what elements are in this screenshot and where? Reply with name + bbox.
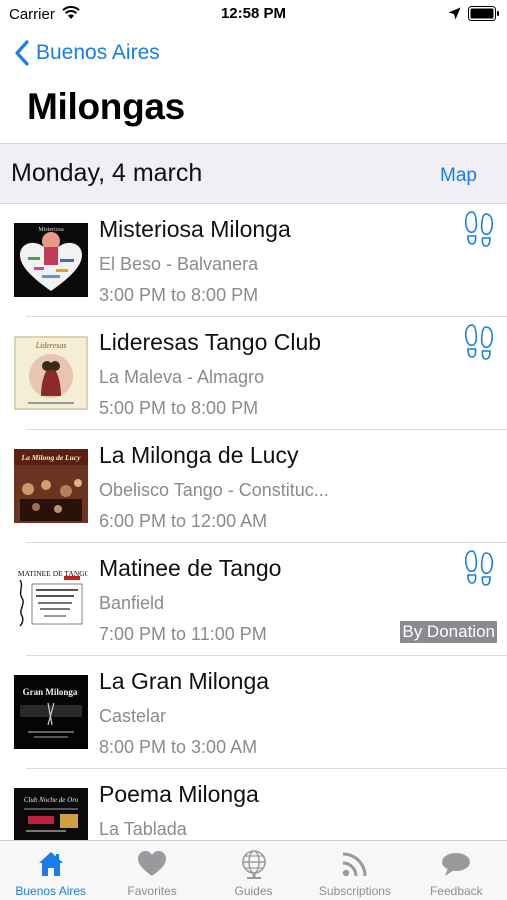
tab-label: Subscriptions [318,884,391,898]
event-thumbnail: MATINEE DE TANGO [14,562,88,636]
footprints-icon [464,324,494,360]
back-button-label: Buenos Aires [36,41,160,64]
tab-label: Feedback [429,884,483,898]
event-thumbnail: Gran Milonga [14,675,88,749]
event-venue: Castelar [99,706,167,726]
event-title: La Gran Milonga [99,668,270,694]
thumbnail-logo-text: Lideresas [35,341,67,350]
tab-buenos-aires[interactable]: Buenos Aires [0,841,101,900]
event-title: Lideresas Tango Club [99,329,322,355]
speech-bubble-icon [442,853,471,876]
home-icon [38,852,63,876]
milonga-list: Misteriosa Misteriosa Milonga El Beso - … [0,204,507,840]
list-item[interactable]: La Milong de Lucy La Milonga de Lucy Obe… [0,430,507,543]
globe-icon [241,850,266,879]
thumbnail-logo-text: Club Noche de Oro [24,796,79,804]
location-arrow-icon [448,7,461,20]
thumbnail-logo-text: Misteriosa [38,227,64,233]
event-thumbnail: Club Noche de Oro [14,788,88,840]
event-venue: Obelisco Tango - Constituc... [99,480,329,500]
list-item[interactable]: MATINEE DE TANGO Matinee de Tango Banfie… [0,543,507,656]
section-date: Monday, 4 march [11,159,203,187]
event-title: Poema Milonga [99,781,259,807]
back-button[interactable]: Buenos Aires [14,38,160,68]
map-button[interactable]: Map [440,165,477,187]
event-time: 3:00 PM to 8:00 PM [99,285,259,305]
tab-label: Buenos Aires [15,884,87,898]
list-item[interactable]: Lideresas Lideresas Tango Club La Maleva… [0,317,507,430]
section-header: Monday, 4 march Map [0,143,507,204]
thumbnail-logo-text: Gran Milonga [23,687,78,697]
event-title: Matinee de Tango [99,555,282,581]
list-item[interactable]: Club Noche de Oro Poema Milonga La Tabla… [0,769,507,840]
thumbnail-logo-text: La Milong de Lucy [21,453,82,462]
event-title: La Milonga de Lucy [99,442,299,468]
battery-icon [468,6,499,21]
footprints-icon [464,550,494,586]
event-thumbnail: Misteriosa [14,223,88,297]
heart-icon [138,851,167,876]
list-item[interactable]: Misteriosa Misteriosa Milonga El Beso - … [0,204,507,317]
tab-label: Favorites [127,884,177,898]
event-time: 7:00 PM to 11:00 PM [99,624,267,644]
tab-label: Guides [234,884,273,898]
rss-icon [342,852,367,877]
event-venue: La Maleva - Almagro [99,367,265,387]
tab-favorites[interactable]: Favorites [101,841,202,900]
chevron-left-icon [15,40,29,66]
event-title: Misteriosa Milonga [99,216,291,242]
event-time: 6:00 PM to 12:00 AM [99,511,268,531]
tab-subscriptions[interactable]: Subscriptions [304,841,405,900]
list-item[interactable]: Gran Milonga La Gran Milonga Castelar 8:… [0,656,507,769]
event-time: 8:00 PM to 3:00 AM [99,737,258,757]
tab-feedback[interactable]: Feedback [406,841,507,900]
status-bar: Carrier 12:58 PM [0,0,507,30]
footprints-icon [464,211,494,247]
event-thumbnail: La Milong de Lucy [14,449,88,523]
event-venue: La Tablada [99,819,187,839]
donation-badge: By Donation [400,621,497,643]
event-venue: Banfield [99,593,165,613]
event-thumbnail: Lideresas [14,336,88,410]
status-time: 12:58 PM [220,5,287,22]
tab-bar: Buenos Aires Favorites Guides Subscripti… [0,840,507,900]
event-time: 5:00 PM to 8:00 PM [99,398,259,418]
tab-guides[interactable]: Guides [203,841,304,900]
event-venue: El Beso - Balvanera [99,254,259,274]
page-title: Milongas [27,86,185,127]
